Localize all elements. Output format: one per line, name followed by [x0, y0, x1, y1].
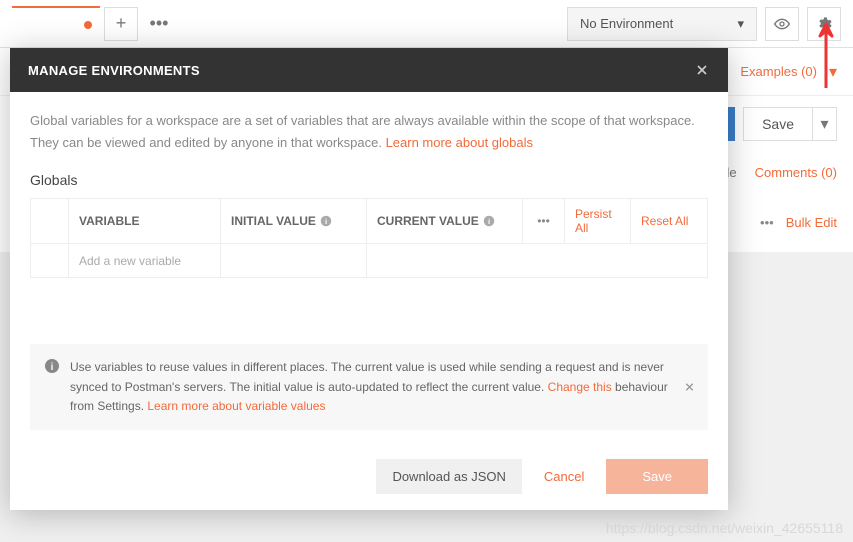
eye-icon — [774, 16, 790, 32]
close-icon — [694, 62, 710, 78]
variable-header: VARIABLE — [69, 199, 221, 243]
modal-header: MANAGE ENVIRONMENTS — [10, 48, 728, 92]
close-icon — [683, 381, 696, 394]
reset-all-button[interactable]: Reset All — [631, 199, 707, 243]
row-checkbox-cell[interactable] — [31, 244, 69, 277]
cancel-button[interactable]: Cancel — [536, 459, 592, 494]
caret-down-icon: ▾ — [829, 62, 837, 82]
bulk-edit-link[interactable]: Bulk Edit — [786, 215, 837, 230]
top-toolbar: + ••• No Environment ▾ — [0, 0, 853, 48]
table-row: Add a new variable — [31, 244, 707, 278]
save-button[interactable]: Save — [606, 459, 708, 494]
top-right-group: No Environment ▾ — [567, 7, 841, 41]
persist-all-button[interactable]: Persist All — [565, 199, 631, 243]
table-header-row: VARIABLE INITIAL VALUE i CURRENT VALUE i… — [31, 199, 707, 244]
quick-look-button[interactable] — [765, 7, 799, 41]
environment-label: No Environment — [580, 16, 673, 31]
comments-link[interactable]: Comments (0) — [755, 165, 837, 180]
save-dropdown-button[interactable]: ▾ — [813, 107, 837, 141]
svg-text:i: i — [325, 217, 327, 226]
info-banner: i Use variables to reuse values in diffe… — [30, 344, 708, 430]
info-icon[interactable]: i — [483, 215, 495, 227]
current-value-header: CURRENT VALUE i — [367, 199, 523, 243]
globals-table: VARIABLE INITIAL VALUE i CURRENT VALUE i… — [30, 198, 708, 278]
close-button[interactable] — [694, 62, 710, 78]
gear-icon — [816, 16, 832, 32]
caret-down-icon: ▾ — [737, 16, 744, 32]
initial-value-header: INITIAL VALUE i — [221, 199, 367, 243]
initial-value-input[interactable] — [221, 244, 367, 277]
learn-globals-link[interactable]: Learn more about globals — [386, 135, 533, 150]
info-icon[interactable]: i — [320, 215, 332, 227]
svg-text:i: i — [488, 217, 490, 226]
watermark-text: https://blog.csdn.net/weixin_42655118 — [606, 520, 843, 536]
examples-link[interactable]: Examples (0) — [740, 64, 817, 79]
modal-body: Global variables for a workspace are a s… — [10, 92, 728, 442]
more-options-button[interactable]: ••• — [760, 215, 774, 230]
globals-section-title: Globals — [30, 172, 708, 188]
banner-close-button[interactable] — [683, 381, 696, 394]
change-behaviour-link[interactable]: Change this — [548, 380, 612, 394]
variable-input[interactable]: Add a new variable — [69, 244, 221, 277]
checkbox-header — [31, 199, 69, 243]
banner-text: Use variables to reuse values in differe… — [70, 358, 668, 416]
learn-variable-values-link[interactable]: Learn more about variable values — [147, 399, 325, 413]
unsaved-dot-icon — [84, 21, 92, 29]
current-value-input[interactable] — [367, 244, 707, 277]
top-left-group: + ••• — [12, 6, 176, 42]
svg-text:i: i — [51, 362, 54, 373]
manage-environments-modal: MANAGE ENVIRONMENTS Global variables for… — [10, 48, 728, 510]
modal-description: Global variables for a workspace are a s… — [30, 110, 708, 154]
save-button[interactable]: Save — [743, 107, 813, 141]
modal-footer: Download as JSON Cancel Save — [10, 442, 728, 510]
more-columns-button[interactable]: ••• — [523, 199, 565, 243]
settings-button[interactable] — [807, 7, 841, 41]
modal-title: MANAGE ENVIRONMENTS — [28, 63, 200, 78]
save-button-group: Save ▾ — [743, 107, 837, 141]
download-json-button[interactable]: Download as JSON — [376, 459, 521, 494]
tab-more-button[interactable]: ••• — [142, 7, 176, 41]
active-tab[interactable] — [12, 6, 100, 42]
new-tab-button[interactable]: + — [104, 7, 138, 41]
info-icon: i — [44, 358, 60, 416]
environment-selector[interactable]: No Environment ▾ — [567, 7, 757, 41]
